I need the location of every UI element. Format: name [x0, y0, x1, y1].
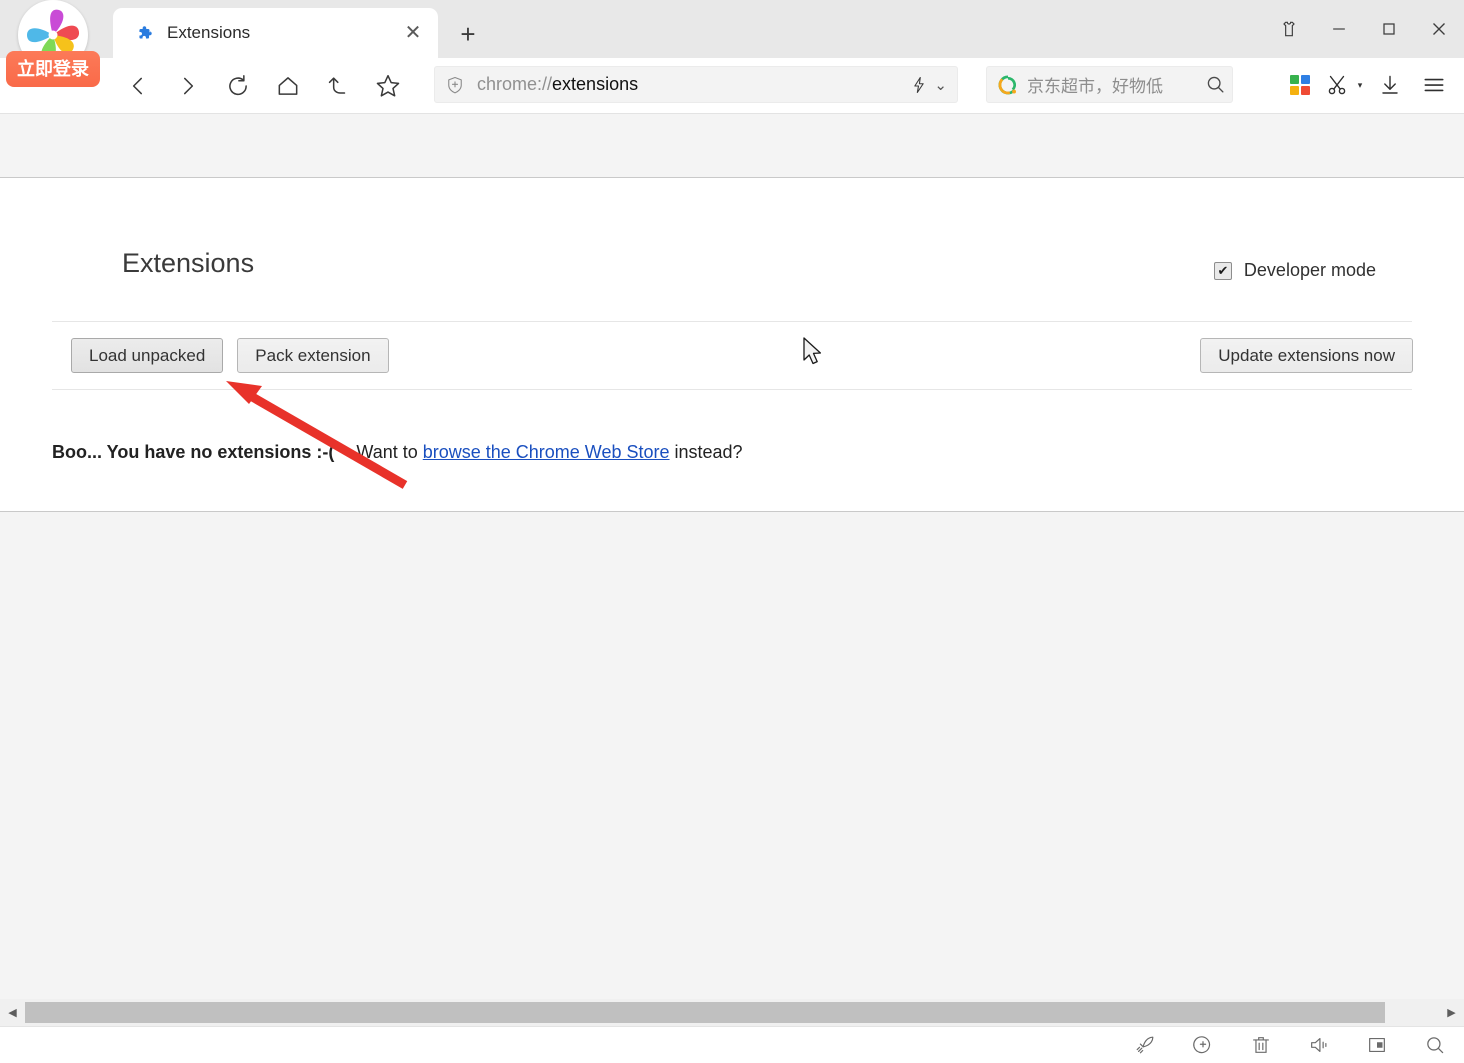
shield-plus-icon: [445, 75, 465, 95]
shield-plus-icon[interactable]: [1174, 1027, 1232, 1063]
toolbar-right-icons: ▾: [1278, 62, 1456, 108]
scissors-icon[interactable]: [1322, 63, 1352, 107]
menu-icon[interactable]: [1412, 63, 1456, 107]
scissors-dropdown-caret[interactable]: ▾: [1352, 80, 1368, 91]
address-bar[interactable]: chrome://extensions ⌄: [434, 66, 958, 103]
download-icon[interactable]: [1368, 63, 1412, 107]
forward-button[interactable]: [163, 61, 213, 111]
new-tab-button[interactable]: +: [450, 16, 486, 52]
empty-state-message: Boo... You have no extensions :-( Want to…: [52, 442, 743, 463]
volume-icon[interactable]: [1290, 1027, 1348, 1063]
empty-state-prefix: Want to: [356, 442, 423, 462]
close-button[interactable]: [1414, 6, 1464, 52]
apps-grid-icon[interactable]: [1278, 63, 1322, 107]
chrome-web-store-link[interactable]: browse the Chrome Web Store: [423, 442, 670, 462]
undo-button[interactable]: [313, 61, 363, 111]
search-icon[interactable]: [1406, 1027, 1464, 1063]
divider-top: [52, 321, 1412, 322]
load-unpacked-button[interactable]: Load unpacked: [71, 338, 224, 373]
bookmark-star-button[interactable]: [363, 61, 413, 111]
url-scheme: chrome://: [477, 74, 553, 94]
360-search-logo: [997, 74, 1019, 96]
update-extensions-button[interactable]: Update extensions now: [1200, 338, 1413, 373]
omnibox-actions: ⌄: [909, 75, 947, 95]
window-split-icon[interactable]: [1348, 1027, 1406, 1063]
scrollbar-thumb[interactable]: [25, 1002, 1385, 1023]
trash-icon[interactable]: [1232, 1027, 1290, 1063]
browser-tab-extensions[interactable]: Extensions ✕: [113, 8, 438, 58]
minimize-button[interactable]: [1314, 6, 1364, 52]
bookmarks-bar: [0, 113, 1464, 177]
address-bar-url: chrome://extensions: [477, 74, 909, 95]
extensions-page: Extensions ✔ Developer mode Load unpacke…: [0, 177, 1464, 512]
developer-mode-checkbox[interactable]: ✔: [1213, 261, 1232, 280]
horizontal-scrollbar[interactable]: ◀ ▶: [0, 999, 1464, 1026]
tab-strip: 立即登录 Extensions ✕ +: [0, 0, 1464, 87]
login-badge[interactable]: 立即登录: [6, 51, 100, 87]
divider-bottom: [52, 389, 1412, 390]
page-background: [0, 512, 1464, 999]
search-placeholder: 京东超市，好物低: [1027, 77, 1163, 96]
scrollbar-track[interactable]: [25, 999, 1439, 1026]
lightning-icon[interactable]: [909, 75, 929, 95]
scroll-right-arrow[interactable]: ▶: [1439, 999, 1464, 1026]
back-button[interactable]: [113, 61, 163, 111]
tab-title: Extensions: [167, 23, 251, 42]
rocket-icon[interactable]: [1116, 1027, 1174, 1063]
home-button[interactable]: [263, 61, 313, 111]
search-box[interactable]: 京东超市，好物低: [986, 66, 1233, 103]
reload-button[interactable]: [213, 61, 263, 111]
scroll-left-arrow[interactable]: ◀: [0, 999, 25, 1026]
developer-mode-toggle[interactable]: ✔ Developer mode: [1213, 260, 1376, 281]
maximize-button[interactable]: [1364, 6, 1414, 52]
developer-actions: Load unpacked Pack extension: [71, 338, 389, 373]
magnifier-icon[interactable]: [1198, 74, 1232, 95]
window-controls: [1264, 0, 1464, 58]
developer-mode-label: Developer mode: [1243, 260, 1376, 280]
empty-state-suffix: instead?: [669, 442, 743, 462]
pack-extension-button[interactable]: Pack extension: [237, 338, 389, 373]
tab-close-icon[interactable]: ✕: [398, 18, 428, 48]
puzzle-piece-icon: [135, 24, 153, 42]
chevron-down-icon[interactable]: ⌄: [934, 76, 947, 94]
status-bar: [0, 1026, 1464, 1062]
browser-account-logo[interactable]: 立即登录: [6, 0, 100, 96]
empty-state-bold: Boo... You have no extensions :-(: [52, 442, 335, 462]
theme-skin-icon[interactable]: [1264, 6, 1314, 52]
url-path: extensions: [552, 74, 639, 94]
page-title: Extensions: [122, 248, 255, 278]
